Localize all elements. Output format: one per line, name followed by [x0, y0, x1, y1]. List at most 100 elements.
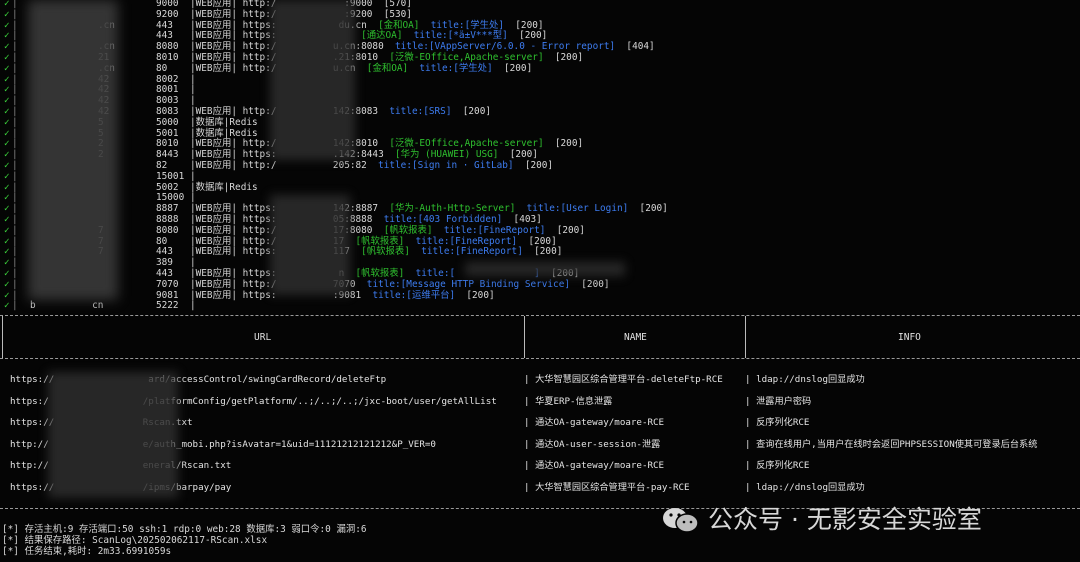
- info-segment: |: [190, 170, 196, 182]
- row-separator: |: [12, 246, 18, 258]
- service-info: |: [190, 257, 196, 268]
- info-segment: title:[403 Forbidden]: [383, 214, 503, 225]
- check-icon: ✓: [4, 300, 10, 312]
- vuln-info: | 反序列化RCE: [745, 460, 810, 472]
- check-icon: ✓: [4, 52, 10, 63]
- table-left-border: [2, 316, 4, 358]
- info-segment: [404]: [615, 41, 655, 53]
- info-segment: |WEB应用| https:: [190, 149, 277, 161]
- check-icon: ✓: [4, 160, 10, 171]
- info-segment: title:[VAppServer/6.0.0 - Error report]: [395, 41, 616, 53]
- row-separator: |: [12, 84, 18, 96]
- info-segment: [200]: [507, 30, 548, 42]
- port: 80: [156, 235, 168, 247]
- row-separator: |: [12, 62, 18, 74]
- port: 9000: [156, 0, 179, 9]
- info-segment: |: [190, 95, 196, 107]
- info-segment: [华为-Auth-Http-Server]: [389, 203, 516, 215]
- check-icon: ✓: [4, 192, 10, 204]
- check-icon: ✓: [4, 41, 10, 53]
- info-segment: title:[FineReport]: [409, 246, 523, 258]
- info-segment: |WEB应用| https:: [190, 203, 277, 215]
- info-segment: |: [190, 73, 196, 85]
- info-segment: [200]: [517, 235, 557, 247]
- service-info: |数据库|Redis: [190, 182, 258, 193]
- info-segment: |WEB应用| https:: [190, 30, 277, 42]
- port: 8888: [156, 214, 179, 225]
- service-info: |WEB应用| https: 05:8888 title:[403 Forbid…: [190, 214, 542, 225]
- port: 9081: [156, 289, 179, 301]
- check-icon: ✓: [4, 84, 10, 96]
- info-segment: |WEB应用| https:: [190, 246, 277, 258]
- check-icon: ✓: [4, 8, 10, 20]
- service-info: |WEB应用| http:/ 17:8080 [帆软报表] title:[Fin…: [190, 225, 585, 236]
- info-segment: title:[Sign in · GitLab]: [378, 160, 514, 171]
- check-icon: ✓: [4, 106, 10, 117]
- vuln-info: | 反序列化RCE: [745, 417, 810, 429]
- port: 8010: [156, 52, 179, 63]
- info-segment: |WEB应用| http:/: [190, 8, 277, 20]
- info-segment: title:[User Login]: [515, 203, 629, 215]
- table-header-bottom-border: [0, 358, 1080, 360]
- check-icon: ✓: [4, 19, 10, 31]
- host-ip: b cn: [30, 300, 104, 312]
- check-icon: ✓: [4, 62, 10, 74]
- port: 389: [156, 257, 173, 269]
- table-top-border: [0, 315, 1080, 317]
- table-col-sep-2: [745, 316, 747, 358]
- info-segment: [帆软报表]: [361, 246, 410, 258]
- port: 8080: [156, 41, 179, 53]
- row-separator: |: [12, 160, 18, 171]
- info-segment: |WEB应用| http:/: [190, 52, 277, 63]
- row-separator: |: [12, 138, 18, 150]
- redaction-url-column: [48, 372, 178, 498]
- check-icon: ✓: [4, 181, 10, 193]
- service-info: |数据库|Redis: [190, 128, 258, 139]
- info-segment: [200]: [504, 19, 544, 31]
- service-info: |WEB应用| http:/ 142:8010 [泛微-EOffice,Apac…: [190, 138, 583, 149]
- info-segment: [200]: [543, 138, 584, 150]
- info-segment: |数据库|Redis: [190, 181, 258, 193]
- row-separator: |: [12, 257, 18, 269]
- info-segment: |WEB应用| https:: [190, 289, 277, 301]
- info-segment: [泛微-EOffice,Apache-server]: [389, 138, 544, 150]
- port: 80: [156, 62, 168, 74]
- row-separator: |: [12, 181, 18, 193]
- port: 8080: [156, 224, 179, 236]
- check-icon: ✓: [4, 257, 10, 269]
- row-separator: |: [12, 289, 18, 301]
- row-separator: |: [12, 300, 18, 312]
- row-separator: |: [12, 30, 18, 42]
- info-segment: [帆软报表]: [383, 224, 433, 236]
- service-info: |: [190, 171, 196, 182]
- info-segment: [200]: [543, 52, 584, 63]
- vuln-info: | 泄露用户密码: [745, 395, 812, 407]
- info-segment: |: [190, 257, 196, 269]
- check-icon: ✓: [4, 0, 10, 9]
- row-separator: |: [12, 235, 18, 247]
- info-segment: [200]: [522, 246, 563, 258]
- port: 5001: [156, 127, 179, 139]
- row-separator: |: [12, 268, 18, 279]
- service-info: |WEB应用| https: 142:8887 [华为-Auth-Http-Se…: [190, 203, 668, 214]
- vuln-name: | 华夏ERP-信息泄露: [524, 395, 613, 407]
- row-separator: |: [12, 203, 18, 215]
- port: 443: [156, 246, 173, 258]
- vuln-name: | 大华智慧园区综合管理平台-pay-RCE: [524, 482, 690, 493]
- info-segment: |数据库|Redis: [190, 116, 258, 128]
- row-separator: |: [12, 127, 18, 139]
- info-segment: [华为 (HUAWEI) USG]: [395, 149, 499, 161]
- info-segment: title:[Message HTTP Binding Service]: [366, 278, 570, 290]
- service-info: |WEB应用| http:/ 17 [帆软报表] title:[FineRepo…: [190, 236, 557, 247]
- check-icon: ✓: [4, 203, 10, 215]
- summary-line: [*] 存活主机:9 存活端口:50 ssh:1 rdp:0 web:28 数据…: [2, 524, 367, 535]
- row-separator: |: [12, 19, 18, 31]
- check-icon: ✓: [4, 127, 10, 139]
- port: 8003: [156, 95, 179, 107]
- check-icon: ✓: [4, 278, 10, 290]
- info-segment: [200]: [570, 278, 610, 290]
- row-separator: |: [12, 170, 18, 182]
- port: 15001: [156, 170, 185, 182]
- check-icon: ✓: [4, 73, 10, 85]
- info-segment: |: [190, 192, 196, 204]
